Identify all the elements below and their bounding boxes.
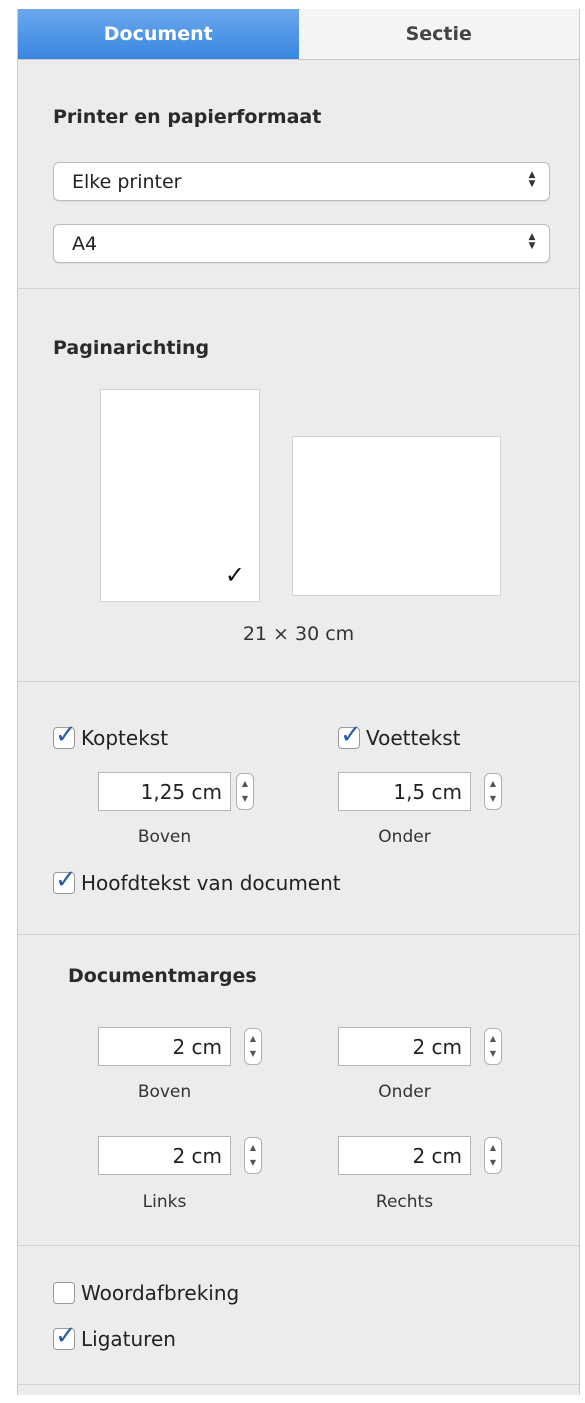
body-text-checkbox[interactable]: ✓ bbox=[53, 865, 77, 895]
landscape-orientation-option[interactable] bbox=[292, 436, 501, 596]
paper-dimensions: 21 × 30 cm bbox=[242, 623, 355, 645]
stepper-up-icon[interactable]: ▲ bbox=[485, 1035, 501, 1043]
orientation-heading: Paginarichting bbox=[53, 337, 210, 359]
footer-checkbox[interactable]: ✓ bbox=[338, 720, 362, 750]
inspector-tabs: Document Sectie bbox=[18, 9, 579, 60]
tab-section[interactable]: Sectie bbox=[298, 9, 579, 59]
footer-distance-stepper[interactable]: ▲ ▼ bbox=[484, 773, 502, 810]
header-distance-stepper[interactable]: ▲ ▼ bbox=[236, 773, 254, 810]
check-icon: ✓ bbox=[55, 865, 77, 895]
header-checkbox-row[interactable]: ✓ Koptekst bbox=[53, 720, 169, 750]
footer-label: Voettekst bbox=[366, 726, 461, 750]
printer-select-value: Elke printer bbox=[72, 170, 182, 193]
margin-left-stepper[interactable]: ▲ ▼ bbox=[244, 1137, 262, 1174]
portrait-orientation-option[interactable]: ✓ bbox=[100, 389, 260, 602]
margin-top-field[interactable]: 2 cm bbox=[98, 1027, 231, 1066]
header-distance-caption: Boven bbox=[137, 827, 192, 847]
margins-heading: Documentmarges bbox=[68, 965, 257, 987]
section-divider bbox=[18, 934, 579, 935]
margin-bottom-field[interactable]: 2 cm bbox=[338, 1027, 471, 1066]
header-distance-field[interactable]: 1,25 cm bbox=[98, 772, 231, 811]
ligatures-checkbox-row[interactable]: ✓ Ligaturen bbox=[53, 1321, 176, 1351]
ligatures-label: Ligaturen bbox=[81, 1327, 176, 1351]
footer-checkbox-row[interactable]: ✓ Voettekst bbox=[338, 720, 461, 750]
margin-left-field[interactable]: 2 cm bbox=[98, 1136, 231, 1175]
printer-section-heading: Printer en papierformaat bbox=[53, 106, 322, 128]
footer-distance-caption: Onder bbox=[378, 827, 431, 847]
stepper-up-icon[interactable]: ▲ bbox=[237, 780, 253, 788]
body-text-label: Hoofdtekst van document bbox=[81, 871, 341, 895]
select-arrows-icon: ▲ ▼ bbox=[528, 170, 536, 189]
margin-top-caption: Boven bbox=[137, 1082, 192, 1102]
check-icon: ✓ bbox=[55, 720, 77, 750]
check-icon: ✓ bbox=[340, 720, 362, 750]
selected-check-icon: ✓ bbox=[224, 561, 245, 589]
stepper-down-icon[interactable]: ▼ bbox=[485, 1159, 501, 1167]
body-text-checkbox-row[interactable]: ✓ Hoofdtekst van document bbox=[53, 865, 341, 895]
stepper-up-icon[interactable]: ▲ bbox=[245, 1144, 261, 1152]
stepper-down-icon[interactable]: ▼ bbox=[237, 795, 253, 803]
tab-document[interactable]: Document bbox=[18, 9, 299, 59]
select-arrows-icon: ▲ ▼ bbox=[528, 232, 536, 251]
section-divider bbox=[18, 681, 579, 682]
header-label: Koptekst bbox=[81, 726, 169, 750]
stepper-down-icon[interactable]: ▼ bbox=[485, 1050, 501, 1058]
hyphenation-label: Woordafbreking bbox=[81, 1281, 240, 1305]
section-divider bbox=[18, 1384, 579, 1385]
margin-right-field[interactable]: 2 cm bbox=[338, 1136, 471, 1175]
ligatures-checkbox[interactable]: ✓ bbox=[53, 1321, 77, 1351]
header-checkbox[interactable]: ✓ bbox=[53, 720, 77, 750]
margin-bottom-stepper[interactable]: ▲ ▼ bbox=[484, 1028, 502, 1065]
paper-size-select[interactable]: A4 ▲ ▼ bbox=[53, 224, 550, 263]
stepper-up-icon[interactable]: ▲ bbox=[245, 1035, 261, 1043]
hyphenation-checkbox[interactable] bbox=[53, 1282, 75, 1304]
stepper-up-icon[interactable]: ▲ bbox=[485, 780, 501, 788]
section-divider bbox=[18, 288, 579, 289]
margin-top-stepper[interactable]: ▲ ▼ bbox=[244, 1028, 262, 1065]
hyphenation-checkbox-row[interactable]: Woordafbreking bbox=[53, 1281, 239, 1305]
stepper-down-icon[interactable]: ▼ bbox=[485, 795, 501, 803]
margin-right-stepper[interactable]: ▲ ▼ bbox=[484, 1137, 502, 1174]
margin-left-caption: Links bbox=[142, 1192, 187, 1212]
footer-distance-field[interactable]: 1,5 cm bbox=[338, 772, 471, 811]
stepper-up-icon[interactable]: ▲ bbox=[485, 1144, 501, 1152]
document-inspector-panel: Document Sectie Printer en papierformaat… bbox=[17, 9, 580, 1395]
check-icon: ✓ bbox=[55, 1321, 77, 1351]
section-divider bbox=[18, 1245, 579, 1246]
margin-right-caption: Rechts bbox=[375, 1192, 434, 1212]
stepper-down-icon[interactable]: ▼ bbox=[245, 1159, 261, 1167]
margin-bottom-caption: Onder bbox=[378, 1082, 431, 1102]
stepper-down-icon[interactable]: ▼ bbox=[245, 1050, 261, 1058]
paper-size-select-value: A4 bbox=[72, 232, 98, 255]
printer-select[interactable]: Elke printer ▲ ▼ bbox=[53, 162, 550, 201]
